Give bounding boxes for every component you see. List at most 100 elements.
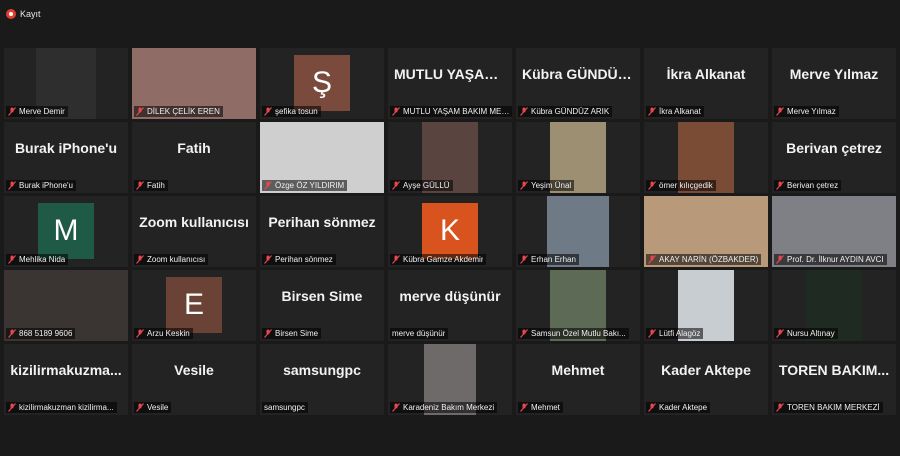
participant-name-label: Nursu Altınay [774, 328, 838, 339]
participant-tile[interactable]: M Mehlika Nida [4, 196, 128, 267]
mic-muted-icon [264, 107, 272, 116]
participant-name-label: Lütfi Alagöz [646, 328, 704, 339]
participant-display-name: Kübra GÜNDÜZ... [522, 66, 638, 82]
participant-name-label: şefika tosun [262, 106, 321, 117]
participant-name: Lütfi Alagöz [659, 329, 701, 338]
participant-tile[interactable]: İkra Alkanat İkra Alkanat [644, 48, 768, 119]
participant-name-label: Mehlika Nida [6, 254, 69, 265]
participant-tile[interactable]: E Arzu Keskin [132, 270, 256, 341]
mic-muted-icon [8, 107, 16, 116]
participant-tile[interactable]: Birsen Sime Birsen Sime [260, 270, 384, 341]
participant-tile[interactable]: AKAY NARİN (ÖZBAKDER) [644, 196, 768, 267]
participant-name: Erhan Erhan [531, 255, 576, 264]
participant-tile[interactable]: Ayşe GÜLLÜ [388, 122, 512, 193]
mic-muted-icon [136, 329, 144, 338]
participant-tile[interactable]: Prof. Dr. İlknur AYDIN AVCI [772, 196, 896, 267]
mic-muted-icon [520, 181, 528, 190]
participant-name: AKAY NARİN (ÖZBAKDER) [659, 255, 759, 264]
mic-muted-icon [264, 255, 272, 264]
participant-tile[interactable]: samsungpc samsungpc [260, 344, 384, 415]
mic-muted-icon [776, 107, 784, 116]
participant-name-label: Vesile [134, 402, 172, 413]
participant-name: merve düşünür [392, 329, 446, 338]
mic-muted-icon [648, 329, 656, 338]
participant-name: Nursu Altınay [787, 329, 835, 338]
participant-name-label: Kübra GÜNDÜZ ARIK [518, 106, 613, 117]
participant-display-name: MUTLU YAŞAM... [394, 66, 508, 82]
participant-display-name: Mehmet [551, 362, 605, 378]
participant-display-name: Birsen Sime [281, 288, 363, 304]
participant-tile[interactable]: TOREN BAKIM... TOREN BAKIM MERKEZİ [772, 344, 896, 415]
participant-tile[interactable]: 868 5189 9606 [4, 270, 128, 341]
participant-tile[interactable]: K Kübra Gamze Akdemir [388, 196, 512, 267]
participant-tile[interactable]: Karadeniz Bakım Merkezi [388, 344, 512, 415]
mic-muted-icon [776, 181, 784, 190]
mic-muted-icon [8, 255, 16, 264]
participant-tile[interactable]: MUTLU YAŞAM... MUTLU YAŞAM BAKIM MER... [388, 48, 512, 119]
participant-tile[interactable]: Lütfi Alagöz [644, 270, 768, 341]
participant-name: Perihan sönmez [275, 255, 333, 264]
mic-muted-icon [648, 255, 656, 264]
participant-tile[interactable]: ömer kılıçgedik [644, 122, 768, 193]
participant-name-label: TOREN BAKIM MERKEZİ [774, 402, 883, 413]
participant-name-label: ömer kılıçgedik [646, 180, 716, 191]
mic-muted-icon [8, 181, 16, 190]
participant-name-label: Özge ÖZ YILDIRIM [262, 180, 348, 191]
mic-muted-icon [136, 403, 144, 412]
mic-muted-icon [264, 329, 272, 338]
participant-name: DİLEK ÇELİK EREN [147, 107, 220, 116]
participant-name-label: Erhan Erhan [518, 254, 579, 265]
participant-tile[interactable]: Burak iPhone'u Burak iPhone'u [4, 122, 128, 193]
participant-name-label: Zoom kullanıcısı [134, 254, 209, 265]
participant-tile[interactable]: merve düşünür merve düşünür [388, 270, 512, 341]
participant-tile[interactable]: Fatih Fatih [132, 122, 256, 193]
participant-tile[interactable]: Vesile Vesile [132, 344, 256, 415]
mic-muted-icon [136, 181, 144, 190]
participant-name: Özge ÖZ YILDIRIM [275, 181, 345, 190]
participant-tile[interactable]: Mehmet Mehmet [516, 344, 640, 415]
participant-avatar: Ş [294, 55, 350, 111]
participant-name-label: Ayşe GÜLLÜ [390, 180, 453, 191]
mic-muted-icon [136, 255, 144, 264]
participant-name-label: MUTLU YAŞAM BAKIM MER... [390, 106, 512, 117]
participant-tile[interactable]: Kader Aktepe Kader Aktepe [644, 344, 768, 415]
participant-tile[interactable]: Merve Demir [4, 48, 128, 119]
participant-display-name: Perihan sönmez [268, 214, 376, 230]
participant-display-name: samsungpc [283, 362, 361, 378]
participant-display-name: TOREN BAKIM... [778, 362, 890, 378]
mic-muted-icon [520, 403, 528, 412]
participant-tile[interactable]: Zoom kullanıcısı Zoom kullanıcısı [132, 196, 256, 267]
participant-tile[interactable]: Merve Yılmaz Merve Yılmaz [772, 48, 896, 119]
mic-muted-icon [136, 107, 144, 116]
mic-muted-icon [648, 181, 656, 190]
participant-gallery: Merve Demir DİLEK ÇELİK EREN Şşefika tosun… [4, 48, 896, 415]
mic-muted-icon [264, 181, 272, 190]
participant-tile[interactable]: DİLEK ÇELİK EREN [132, 48, 256, 119]
participant-tile[interactable]: Berivan çetrez Berivan çetrez [772, 122, 896, 193]
participant-name: Kübra GÜNDÜZ ARIK [531, 107, 610, 116]
participant-name-label: Fatih [134, 180, 168, 191]
participant-tile[interactable]: Samsun Özel Mutlu Bakı... [516, 270, 640, 341]
participant-name: Kübra Gamze Akdemir [403, 255, 484, 264]
participant-name-label: samsungpc [262, 402, 308, 413]
participant-name-label: Berivan çetrez [774, 180, 842, 191]
participant-tile[interactable]: Yeşim Ünal [516, 122, 640, 193]
participant-tile[interactable]: Perihan sönmez Perihan sönmez [260, 196, 384, 267]
participant-name: İkra Alkanat [659, 107, 701, 116]
participant-tile[interactable]: Özge ÖZ YILDIRIM [260, 122, 384, 193]
participant-tile[interactable]: kizilirmakuzma... kizilirmakuzman kizilir… [4, 344, 128, 415]
participant-display-name: İkra Alkanat [666, 66, 746, 82]
participant-tile[interactable]: Erhan Erhan [516, 196, 640, 267]
participant-name: 868 5189 9606 [19, 329, 73, 338]
participant-name: Birsen Sime [275, 329, 319, 338]
participant-name: şefika tosun [275, 107, 318, 116]
mic-muted-icon [520, 329, 528, 338]
mic-muted-icon [8, 329, 16, 338]
participant-tile[interactable]: Şşefika tosun [260, 48, 384, 119]
participant-tile[interactable]: Kübra GÜNDÜZ... Kübra GÜNDÜZ ARIK [516, 48, 640, 119]
participant-tile[interactable]: Nursu Altınay [772, 270, 896, 341]
recording-label: Kayıt [20, 9, 41, 19]
mic-muted-icon [392, 403, 400, 412]
recording-indicator[interactable]: Kayıt [6, 7, 41, 21]
participant-display-name: Zoom kullanıcısı [139, 214, 249, 230]
